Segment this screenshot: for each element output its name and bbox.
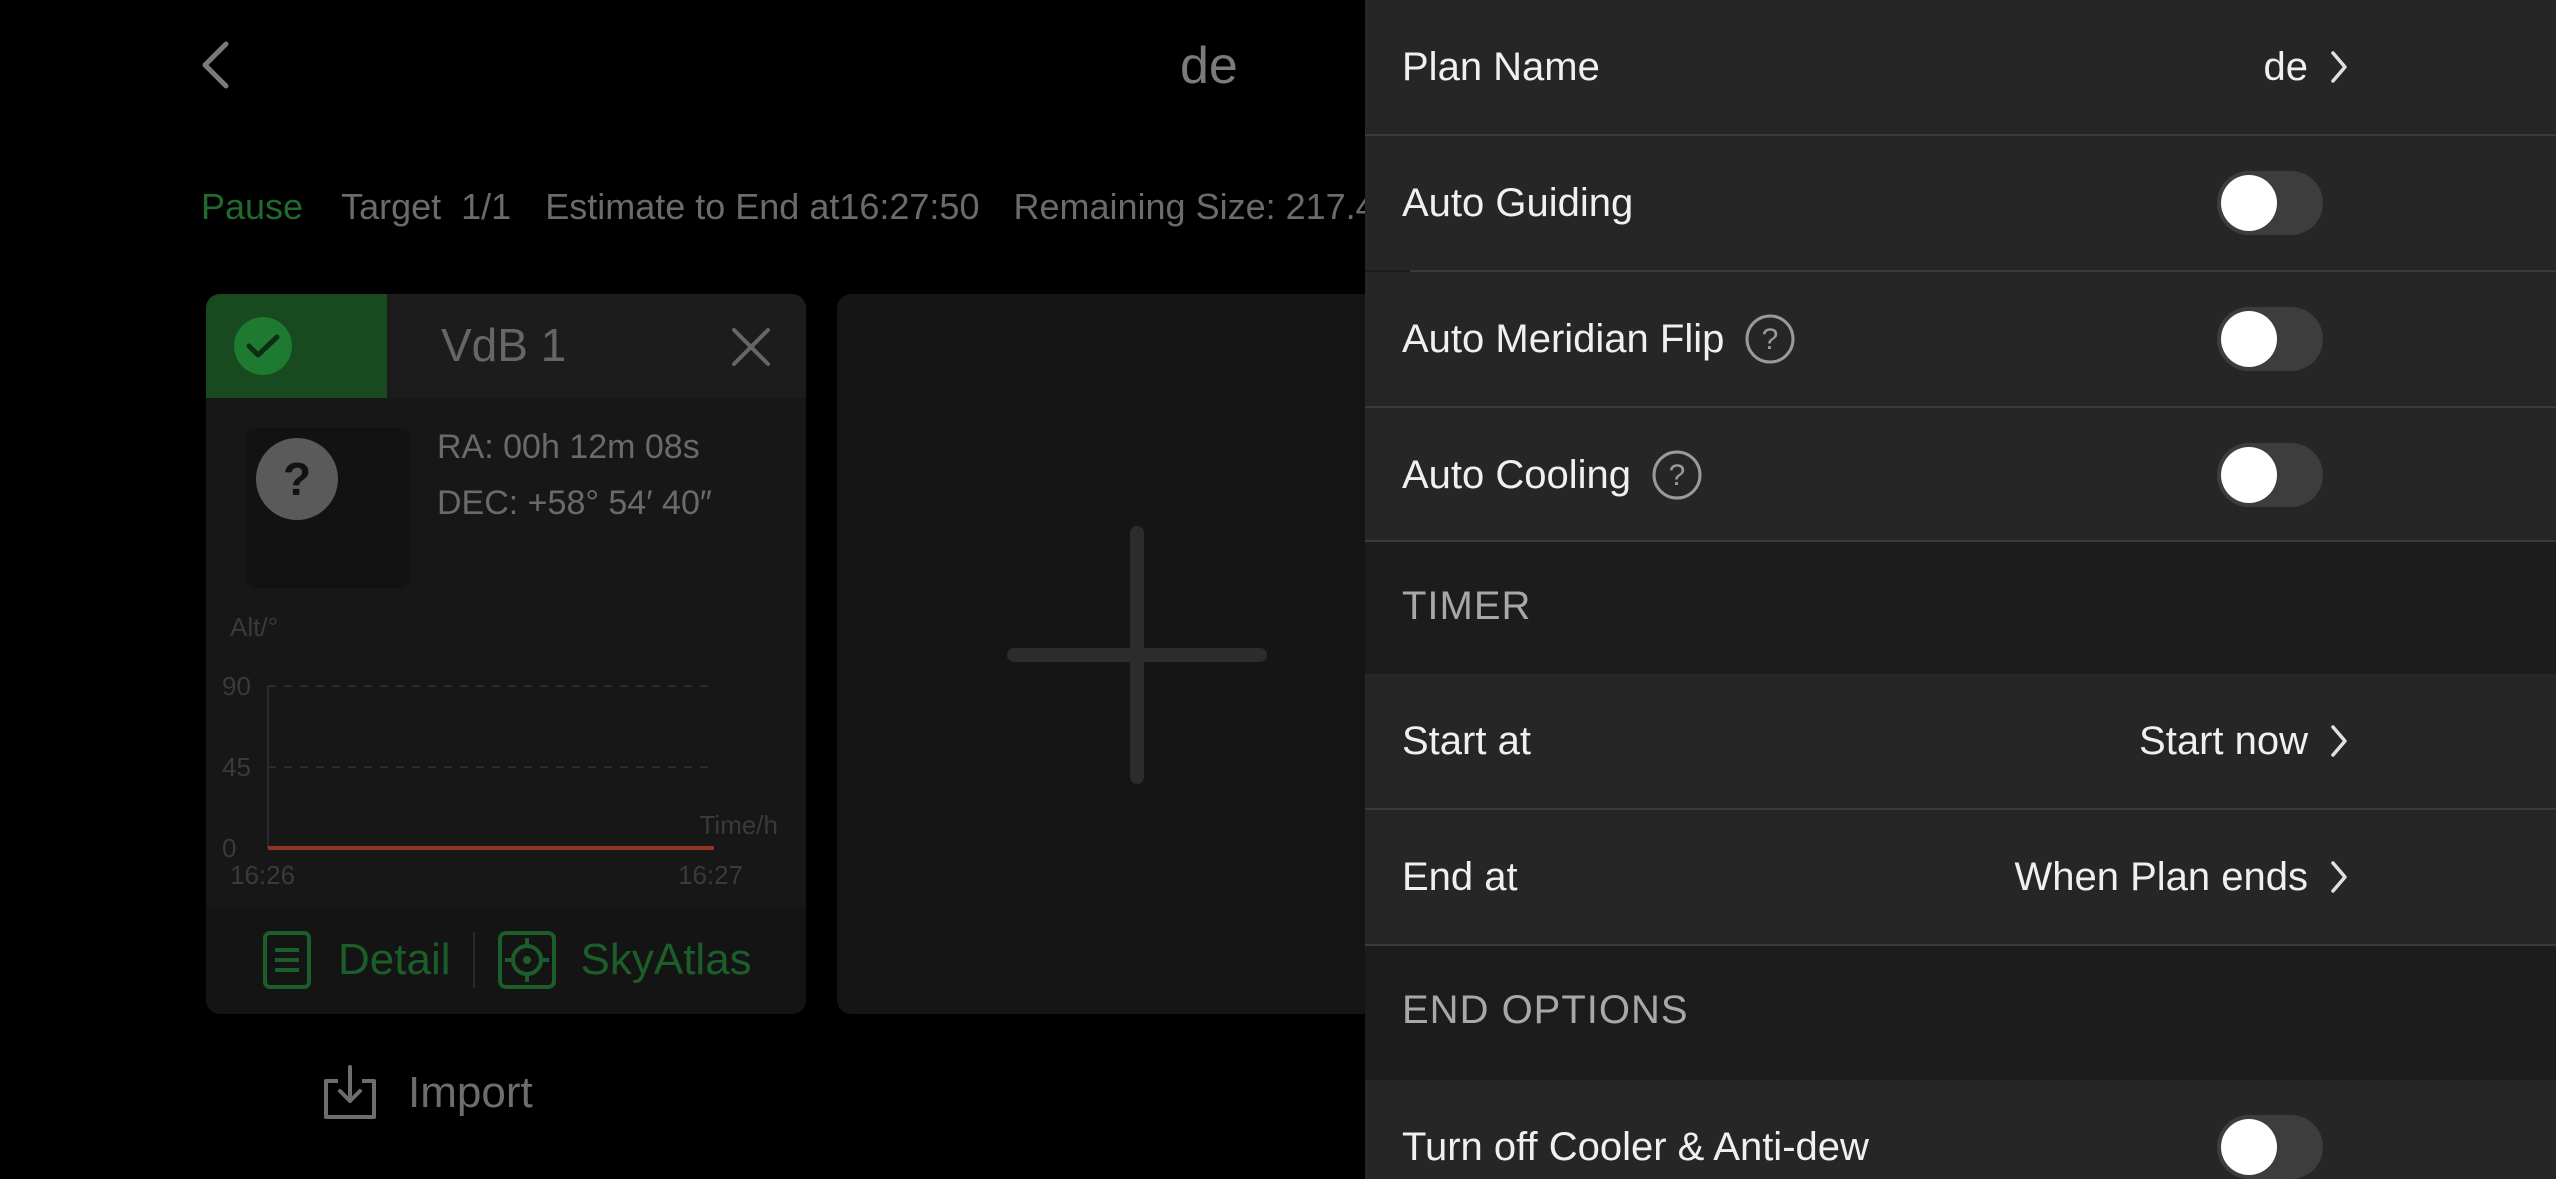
detail-button[interactable]: Detail [262, 930, 451, 990]
auto-meridian-flip-label-wrap: Auto Meridian Flip ? [1402, 272, 1796, 406]
start-at-label: Start at [1402, 718, 1531, 763]
turn-off-cooler-label: Turn off Cooler & Anti-dew [1402, 1124, 1869, 1169]
y-tick-label: 45 [222, 752, 251, 782]
turn-off-cooler-row: Turn off Cooler & Anti-dew [1365, 1080, 2556, 1179]
import-label: Import [408, 1068, 533, 1117]
document-icon [263, 931, 311, 989]
back-button[interactable] [185, 30, 245, 100]
end-options-section-header: END OPTIONS [1402, 988, 1689, 1032]
plan-name-label: Plan Name [1402, 44, 1600, 89]
help-icon[interactable]: ? [1651, 449, 1703, 501]
chevron-right-icon [2330, 860, 2348, 894]
target-crosshair-icon [497, 931, 556, 989]
end-at-value-wrap: When Plan ends [2014, 810, 2348, 944]
app-root: de Pause Target 1/1 Estimate to End at16:27… [0, 0, 2556, 1179]
footer-divider [472, 932, 475, 988]
checkmark-icon [234, 317, 292, 375]
target-label: Target [341, 186, 442, 227]
import-button[interactable]: Import [318, 1063, 533, 1123]
auto-meridian-flip-toggle[interactable] [2217, 307, 2323, 371]
target-card[interactable]: VdB 1 ? RA: 00h 12m 08s DEC: +58° 54′ 40… [206, 294, 806, 1014]
auto-meridian-flip-label: Auto Meridian Flip [1402, 316, 1725, 361]
target-dec: DEC: +58° 54′ 40″ [437, 484, 712, 522]
target-ra: RA: 00h 12m 08s [437, 428, 700, 466]
svg-text:?: ? [1762, 323, 1779, 356]
x-tick-label: 16:26 [230, 860, 295, 890]
end-at-value: When Plan ends [2014, 854, 2308, 899]
row-divider [1365, 540, 2556, 542]
plus-icon-horizontal [1007, 648, 1267, 662]
chevron-right-icon [2330, 724, 2348, 758]
toggle-knob [2221, 1119, 2277, 1175]
plan-name-value-wrap: de [2264, 0, 2349, 134]
estimate-end: Estimate to End at16:27:50 [545, 186, 980, 227]
target-selected-toggle[interactable] [206, 294, 387, 398]
auto-cooling-label-wrap: Auto Cooling ? [1402, 408, 1703, 542]
import-icon [324, 1065, 376, 1119]
y-axis-label: Alt/° [230, 614, 278, 642]
auto-cooling-toggle[interactable] [2217, 443, 2323, 507]
skyatlas-button[interactable]: SkyAtlas [497, 930, 752, 990]
chevron-right-icon [2330, 50, 2348, 84]
detail-label: Detail [338, 935, 451, 984]
end-at-label: End at [1402, 854, 1518, 899]
toggle-knob [2221, 175, 2277, 231]
toggle-knob [2221, 311, 2277, 367]
auto-guiding-toggle[interactable] [2217, 171, 2323, 235]
help-icon[interactable]: ? [1744, 313, 1796, 365]
target-progress: 1/1 [461, 186, 512, 227]
y-tick-label: 90 [222, 671, 251, 701]
plan-settings-panel: Plan Name de Auto Guiding Auto Meridian … [1365, 0, 2556, 1179]
auto-guiding-label: Auto Guiding [1402, 180, 1634, 225]
target-card-footer: Detail SkyAtlas [206, 906, 806, 1014]
status-row: Pause Target 1/1 Estimate to End at16:27:50… [201, 186, 1365, 228]
start-at-value-wrap: Start now [2139, 674, 2348, 808]
close-icon [732, 328, 770, 366]
auto-meridian-flip-row: Auto Meridian Flip ? [1365, 272, 2556, 406]
unknown-target-icon: ? [256, 438, 338, 520]
end-at-row[interactable]: End at When Plan ends [1365, 810, 2556, 944]
auto-cooling-label: Auto Cooling [1402, 452, 1632, 497]
plan-page-background: de Pause Target 1/1 Estimate to End at16:27… [0, 0, 1365, 1179]
chevron-left-icon [202, 41, 229, 89]
auto-cooling-row: Auto Cooling ? [1365, 408, 2556, 542]
pause-button[interactable]: Pause [201, 186, 303, 227]
altitude-chart: Alt/° 90 45 0 Time/h 16:26 16:27 [206, 612, 806, 914]
x-axis-label: Time/h [700, 810, 779, 840]
x-tick-label: 16:27 [678, 860, 743, 890]
auto-guiding-row: Auto Guiding [1365, 136, 2556, 270]
remaining-size: Remaining Size: 217.4 [1013, 186, 1365, 227]
plan-name-value: de [2263, 44, 2309, 89]
turn-off-cooler-toggle[interactable] [2217, 1115, 2323, 1179]
row-divider [1365, 944, 2556, 946]
start-at-value: Start now [2139, 718, 2308, 763]
start-at-row[interactable]: Start at Start now [1365, 674, 2556, 808]
page-title: de [1180, 37, 1238, 95]
plan-name-row[interactable]: Plan Name de [1365, 0, 2556, 134]
svg-text:?: ? [1669, 459, 1686, 492]
target-name: VdB 1 [441, 319, 567, 371]
timer-section-header: TIMER [1402, 584, 1532, 628]
toggle-knob [2221, 447, 2277, 503]
target-card-header: VdB 1 [206, 294, 806, 398]
skyatlas-label: SkyAtlas [580, 935, 752, 984]
remove-target-button[interactable] [726, 322, 776, 372]
y-tick-label: 0 [222, 833, 236, 863]
